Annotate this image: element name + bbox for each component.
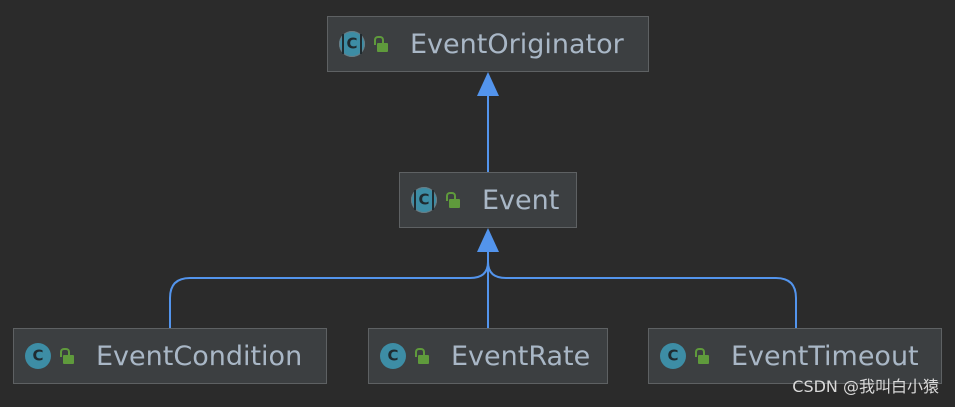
class-name: Event [482, 184, 560, 216]
class-node-eventoriginator[interactable]: C EventOriginator [327, 16, 649, 72]
arrowhead-event [477, 228, 499, 252]
abstract-class-icon: C [411, 187, 437, 213]
class-name: EventOriginator [410, 28, 624, 60]
class-name: EventTimeout [731, 340, 919, 372]
public-lock-icon [695, 348, 709, 364]
class-icon: C [25, 343, 51, 369]
class-name: EventCondition [96, 340, 303, 372]
edge-eventtimeout-to-event [487, 250, 797, 328]
watermark: CSDN @我叫白小猿 [792, 377, 939, 396]
public-lock-icon [374, 36, 388, 52]
abstract-class-icon: C [339, 31, 365, 57]
public-lock-icon [415, 348, 429, 364]
class-node-eventcondition[interactable]: C EventCondition [13, 328, 327, 384]
class-node-event[interactable]: C Event [399, 172, 577, 228]
edge-eventcondition-to-event [169, 250, 489, 328]
class-node-eventrate[interactable]: C EventRate [368, 328, 608, 384]
class-icon: C [660, 343, 686, 369]
public-lock-icon [60, 348, 74, 364]
arrowhead-eventoriginator [477, 72, 499, 96]
class-icon: C [380, 343, 406, 369]
class-name: EventRate [451, 340, 591, 372]
public-lock-icon [446, 192, 460, 208]
